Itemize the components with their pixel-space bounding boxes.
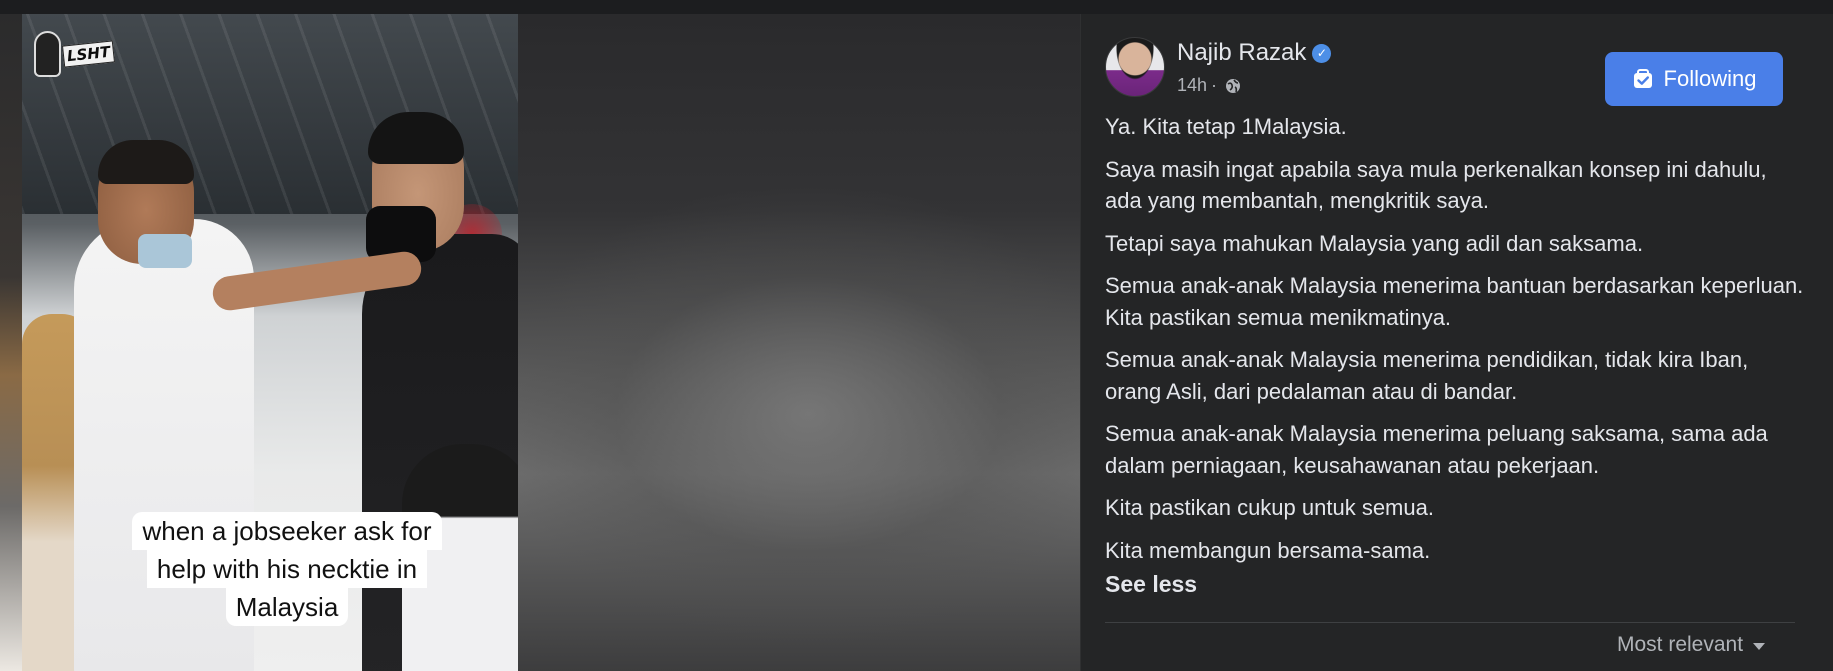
post-paragraph: Tetapi saya mahukan Malaysia yang adil d… [1105,230,1644,256]
watermark-text: LSHT [61,40,116,68]
comments-divider [1105,622,1795,623]
following-check-icon [1633,69,1652,88]
watermark-face [34,31,61,77]
post-time[interactable]: 14h [1177,75,1207,96]
top-bar [0,0,1833,14]
globe-icon[interactable] [1225,78,1241,94]
post-paragraph: Ya. Kita tetap 1Malaysia. [1105,114,1347,139]
post-meta: 14h · [1177,75,1241,96]
following-button-label: Following [1663,66,1757,91]
post-paragraph: Saya masih ingat apabila saya mula perke… [1105,156,1767,214]
author-row: Najib Razak ✓ [1177,39,1332,67]
media-blur-left [0,14,22,671]
caption-line-2: help with his necktie in [146,550,428,588]
caption-line-3: Malaysia [225,588,349,626]
post-paragraph: Kita pastikan cukup untuk semua. [1105,495,1434,520]
post-paragraph: Semua anak-anak Malaysia menerima peluan… [1105,421,1768,478]
media-blur-background [518,14,1080,671]
video-mask-blue [138,234,192,268]
media-viewer: LSHT when a jobseeker ask for help with … [0,14,1080,671]
video-watermark-logo: LSHT [34,28,116,80]
caret-down-icon [1753,642,1766,650]
post-paragraph: Kita membangun bersama-sama. [1105,537,1431,563]
verified-badge-icon: ✓ [1312,43,1332,63]
comment-sort-dropdown[interactable]: Most relevant [1617,633,1766,657]
post-panel: Najib Razak ✓ 14h · Following Ya. Kita t… [1081,14,1833,671]
video-caption: when a jobseeker ask for help with his n… [98,512,476,626]
author-name[interactable]: Najib Razak [1177,39,1306,67]
meta-separator: · [1211,75,1218,95]
post-paragraph: Semua anak-anak Malaysia menerima bantua… [1105,273,1804,330]
author-avatar[interactable] [1105,37,1165,97]
video-man-white-shirt-hair [98,140,194,184]
see-less-link[interactable]: See less [1105,571,1197,598]
video-player[interactable]: LSHT when a jobseeker ask for help with … [22,14,518,671]
post-paragraph: Semua anak-anak Malaysia menerima pendid… [1105,347,1749,404]
comment-sort-label: Most relevant [1617,633,1744,656]
following-button[interactable]: Following [1605,52,1783,106]
caption-line-1: when a jobseeker ask for [132,512,442,550]
post-body: Ya. Kita tetap 1Malaysia. Saya masih ing… [1105,111,1805,577]
